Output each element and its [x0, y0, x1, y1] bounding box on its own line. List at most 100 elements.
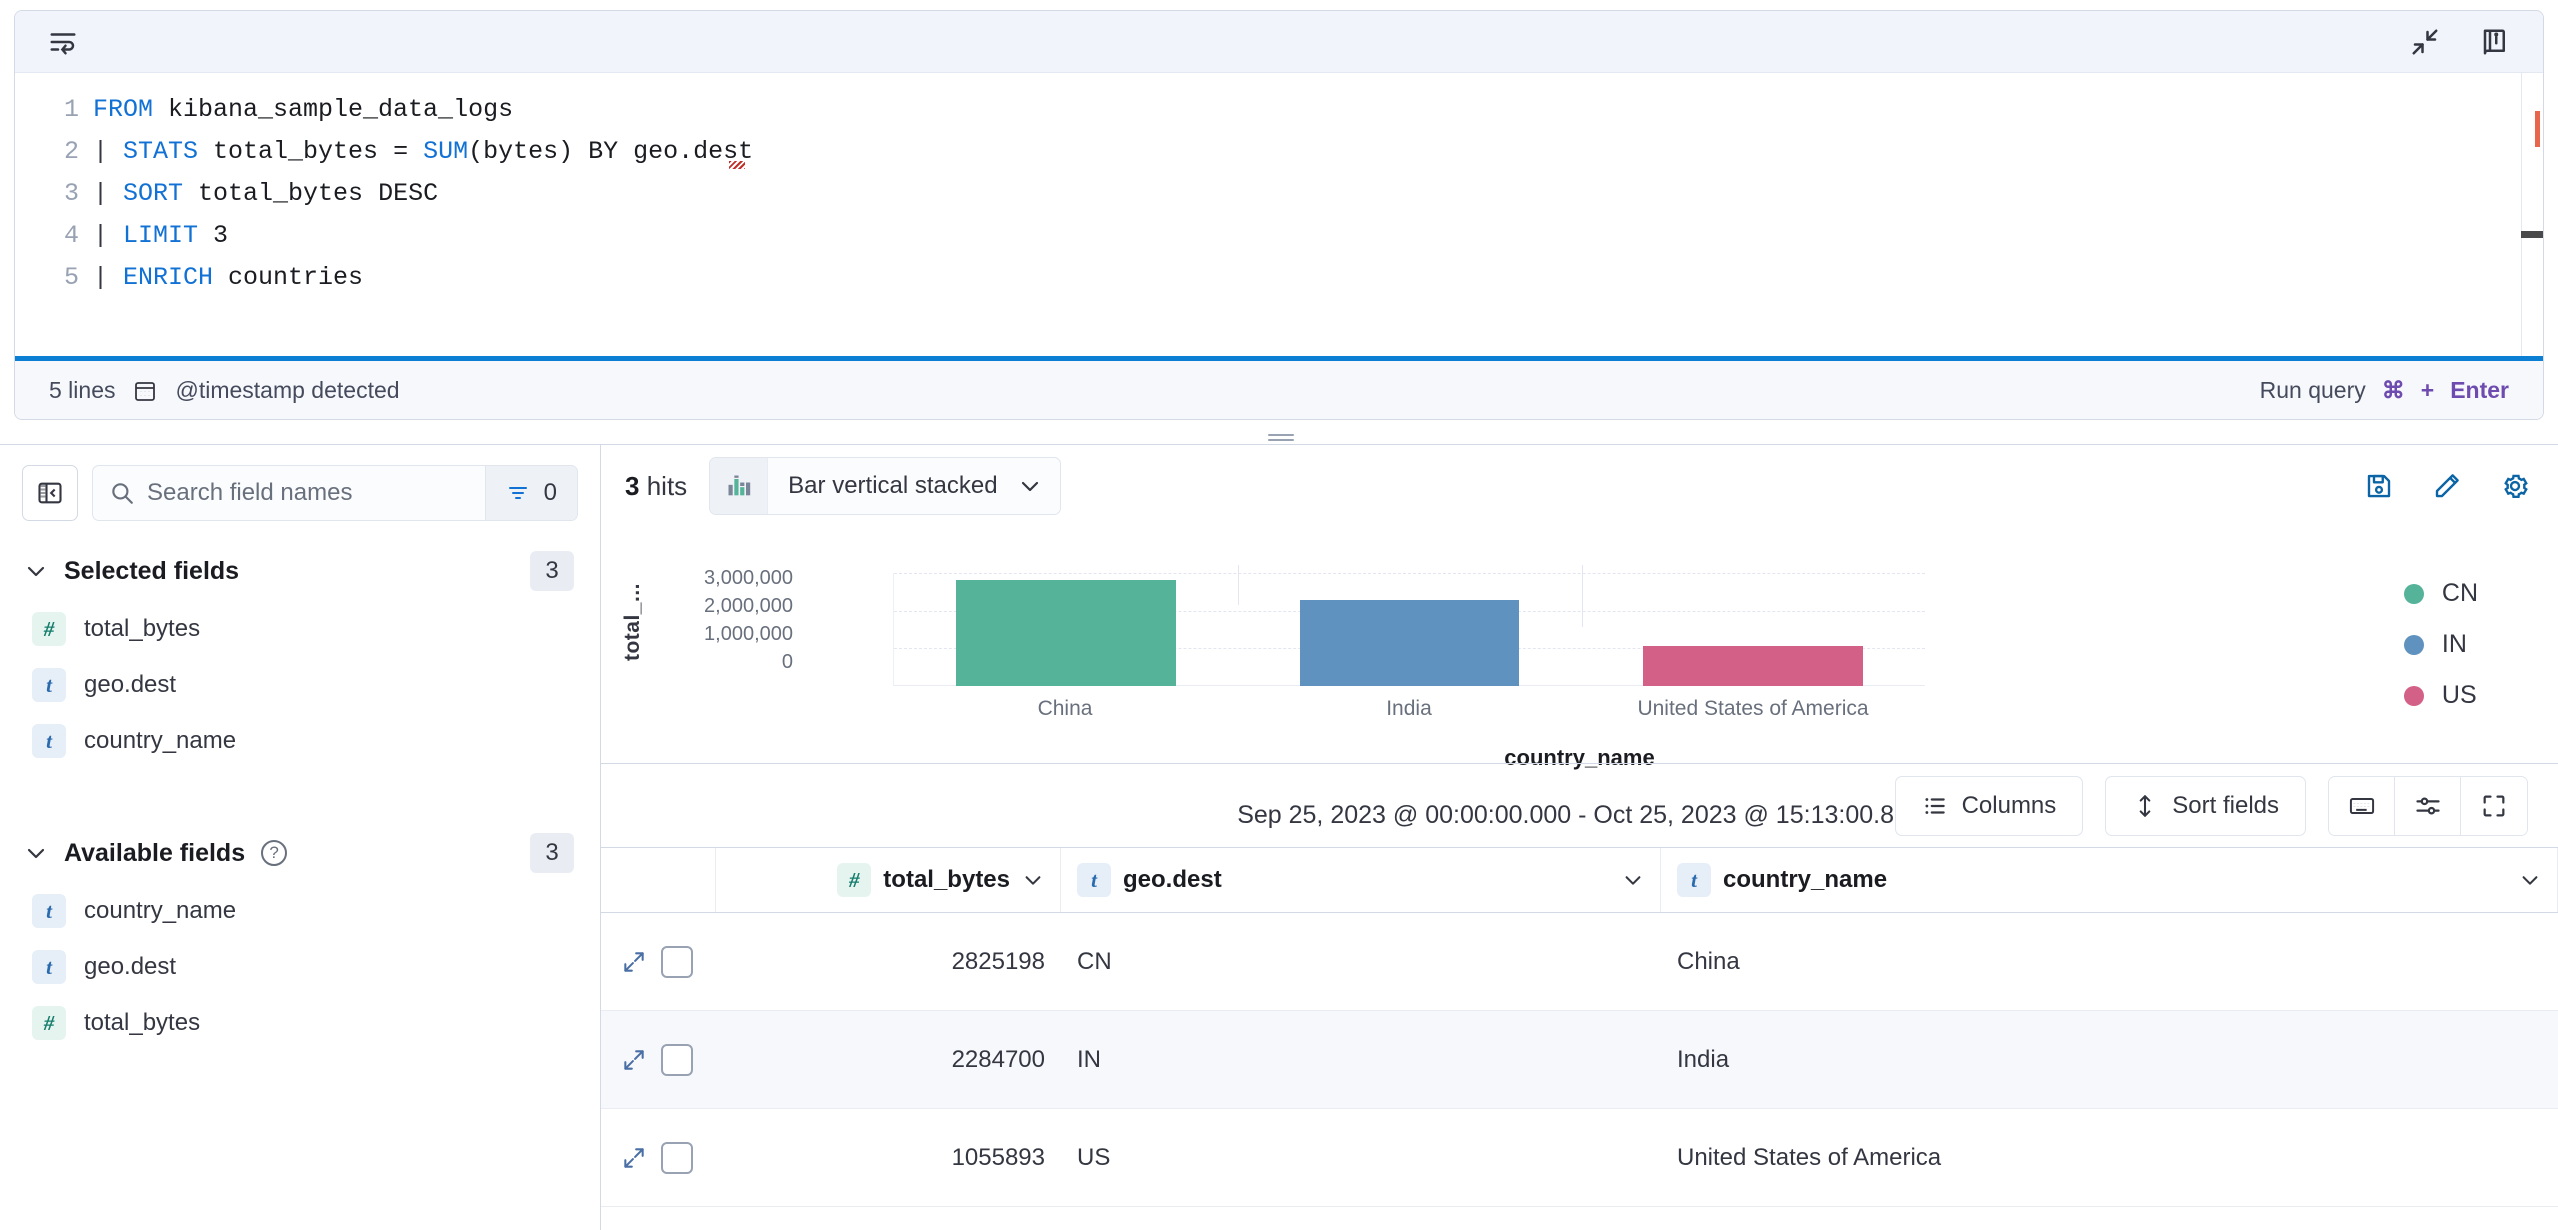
y-axis-title: total_... — [621, 583, 644, 662]
syntax-warning-squiggle — [729, 161, 745, 169]
field-label: country_name — [84, 897, 237, 924]
chart-bar[interactable] — [1299, 600, 1520, 686]
column-header-geo-dest[interactable]: t geo.dest — [1061, 848, 1661, 912]
sidebar-available-field-country-name[interactable]: t country_name — [0, 883, 600, 939]
cell-total-bytes: 2284700 — [951, 1045, 1045, 1073]
word-wrap-icon[interactable] — [41, 20, 85, 64]
columns-button[interactable]: Columns — [1894, 775, 2084, 836]
hits-count-label: 3 hits — [625, 471, 687, 502]
cell-geo-dest: US — [1077, 1143, 1111, 1171]
run-query-label[interactable]: Run query — [2260, 377, 2366, 404]
chevron-down-icon[interactable] — [1022, 869, 1044, 891]
chevron-down-icon — [24, 841, 48, 865]
code-line[interactable]: | ENRICH countries — [93, 257, 2521, 299]
code-token: SORT — [123, 179, 184, 208]
code-token: 3 — [198, 221, 229, 250]
chart-legend: CN IN US — [2403, 579, 2478, 710]
table-row[interactable]: 1055893 US United States of America — [601, 1109, 2558, 1207]
selected-fields-section-header[interactable]: Selected fields 3 — [0, 529, 600, 601]
help-circle-icon[interactable]: ? — [261, 840, 288, 866]
expand-row-icon[interactable] — [621, 949, 647, 975]
code-token: SUM — [423, 137, 469, 166]
legend-item-cn[interactable]: CN — [2403, 579, 2478, 608]
string-field-icon: t — [1077, 863, 1111, 897]
code-line[interactable]: FROM kibana_sample_data_logs — [93, 89, 2521, 131]
documentation-book-icon[interactable] — [2473, 20, 2517, 64]
chevron-down-icon[interactable] — [1622, 869, 1644, 891]
visualization-type-select[interactable]: Bar vertical stacked — [709, 457, 1061, 515]
sort-fields-button[interactable]: Sort fields — [2105, 775, 2306, 836]
code-token: STATS — [123, 137, 199, 166]
sidebar-field-total-bytes[interactable]: # total_bytes — [0, 601, 600, 657]
y-axis-ticks: 3,000,000 2,000,000 1,000,000 0 — [645, 567, 793, 679]
ruler-error-marker — [2535, 111, 2540, 147]
code-token: | — [93, 263, 124, 292]
available-fields-section-header[interactable]: Available fields ? 3 — [0, 769, 600, 883]
category-separator — [1238, 565, 1239, 605]
code-line[interactable]: | STATS total_bytes = SUM(bytes) BY geo.… — [93, 131, 2521, 173]
esql-editor-panel: 1 2 3 4 5 FROM kibana_sample_data_logs | … — [14, 10, 2544, 420]
field-label: geo.dest — [84, 953, 177, 980]
expand-row-icon[interactable] — [621, 1047, 647, 1073]
expand-row-icon[interactable] — [621, 1145, 647, 1171]
available-fields-count: 3 — [530, 833, 574, 873]
code-editor[interactable]: 1 2 3 4 5 FROM kibana_sample_data_logs | … — [15, 73, 2543, 356]
gear-icon[interactable] — [2500, 471, 2530, 501]
row-select-checkbox[interactable] — [661, 945, 693, 978]
search-input[interactable] — [147, 479, 485, 507]
table-row[interactable]: 2284700 IN India — [601, 1011, 2558, 1109]
run-query-hint[interactable]: Run query ⌘ + Enter — [2260, 377, 2509, 404]
field-filter-button[interactable]: 0 — [484, 466, 577, 520]
display-options-icon[interactable] — [2395, 776, 2461, 835]
data-grid-toolbar: Columns Sort fields — [601, 763, 2558, 847]
panel-resize-handle[interactable] — [1268, 434, 1294, 441]
code-line[interactable]: | SORT total_bytes DESC — [93, 173, 2521, 215]
cell-geo-dest: IN — [1077, 1045, 1101, 1073]
legend-color-dot — [2403, 685, 2424, 706]
code-token: LIMIT — [123, 221, 199, 250]
keyboard-icon[interactable] — [2329, 776, 2395, 835]
chart-plot-area[interactable] — [893, 565, 1925, 686]
chart-action-buttons — [2364, 471, 2530, 501]
editor-overview-ruler[interactable] — [2521, 73, 2543, 356]
chevron-down-icon[interactable] — [2519, 869, 2541, 891]
pencil-icon[interactable] — [2432, 471, 2462, 501]
string-field-icon: t — [32, 950, 66, 984]
code-token: total_bytes = — [198, 137, 424, 166]
y-tick: 3,000,000 — [704, 567, 793, 589]
sidebar-field-country-name[interactable]: t country_name — [0, 713, 600, 769]
collapse-icon[interactable] — [2403, 20, 2447, 64]
code-token: (bytes) BY geo.dest — [468, 137, 754, 166]
sidebar-field-geo-dest[interactable]: t geo.dest — [0, 657, 600, 713]
row-select-checkbox[interactable] — [661, 1043, 693, 1076]
chart-bar[interactable] — [1643, 646, 1864, 686]
table-row[interactable]: 2825198 CN China — [601, 913, 2558, 1011]
histogram-chart[interactable]: total_... 3,000,000 2,000,000 1,000,000 … — [601, 527, 2558, 829]
selected-fields-title: Selected fields — [64, 556, 240, 585]
code-token: FROM — [93, 95, 154, 124]
code-content[interactable]: FROM kibana_sample_data_logs | STATS tota… — [93, 73, 2521, 356]
save-floppy-icon[interactable] — [2364, 471, 2394, 501]
column-header-total-bytes[interactable]: # total_bytes — [716, 848, 1061, 912]
column-header-country-name[interactable]: t country_name — [1661, 848, 2558, 912]
panel-collapse-icon[interactable] — [22, 465, 78, 521]
code-line[interactable]: | LIMIT 3 — [93, 215, 2521, 257]
legend-item-us[interactable]: US — [2403, 681, 2478, 710]
cell-country-name: India — [1677, 1045, 1730, 1073]
chart-bar[interactable] — [955, 580, 1176, 686]
line-number: 4 — [63, 221, 79, 250]
search-field-names[interactable]: 0 — [92, 465, 578, 521]
hits-word: hits — [646, 470, 688, 501]
row-select-checkbox[interactable] — [661, 1141, 693, 1174]
row-controls — [601, 913, 716, 1010]
filter-count: 0 — [543, 479, 557, 506]
sidebar-available-field-geo-dest[interactable]: t geo.dest — [0, 939, 600, 995]
sidebar-available-field-total-bytes[interactable]: # total_bytes — [0, 995, 600, 1051]
legend-item-in[interactable]: IN — [2403, 630, 2478, 659]
grid-display-group — [2328, 775, 2528, 836]
number-field-icon: # — [837, 863, 872, 897]
ruler-scroll-thumb[interactable] — [2521, 231, 2543, 238]
row-controls — [601, 1011, 716, 1108]
fullscreen-icon[interactable] — [2461, 776, 2527, 835]
x-axis-labels: China India United States of America — [893, 697, 1925, 727]
